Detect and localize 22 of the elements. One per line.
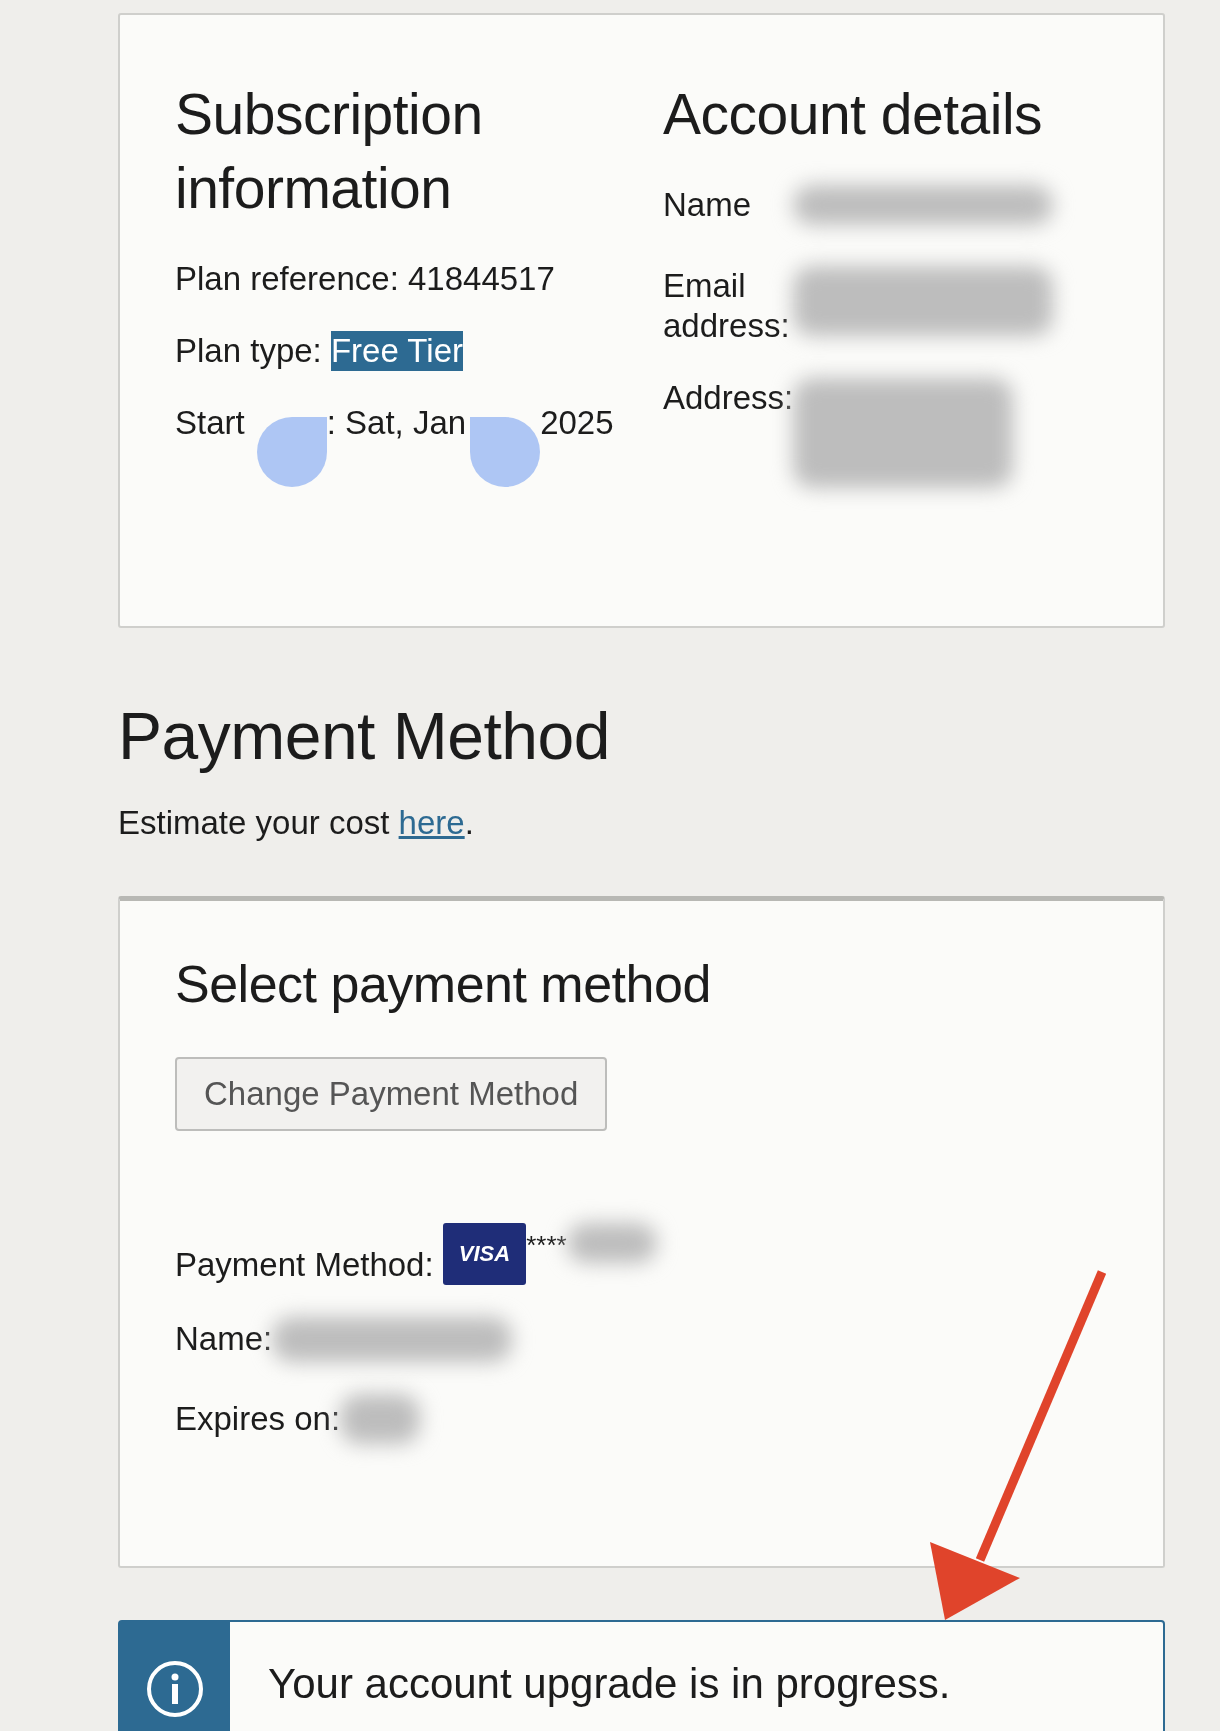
- start-date-value: : Sat, Jan: [326, 403, 467, 444]
- page-heading: Payment Method: [118, 698, 611, 774]
- card-title: Select payment method: [175, 954, 712, 1015]
- banner-message: Your account upgrade is in progress.: [267, 1659, 951, 1709]
- info-icon: [146, 1660, 204, 1718]
- field-label: Address:: [663, 378, 793, 419]
- start-date-label: Start: [175, 403, 245, 444]
- start-date-year: 2025: [540, 403, 614, 444]
- section-title: Subscription information: [175, 81, 484, 223]
- field-label: Payment Method:: [175, 1244, 435, 1285]
- visa-badge: VISA: [442, 1222, 527, 1285]
- section-title: Account details: [663, 81, 1044, 148]
- plan-type-label: Plan type:: [175, 331, 323, 372]
- masked-number: ****: [526, 1228, 567, 1262]
- estimate-text: Estimate your cost here.: [118, 804, 475, 842]
- field-label: Name:: [175, 1319, 273, 1360]
- plan-reference: Plan reference: 41844517: [175, 259, 555, 300]
- change-payment-button[interactable]: Change Payment Method: [175, 1056, 608, 1131]
- field-label: Expires on:: [175, 1398, 341, 1439]
- here-link[interactable]: here: [398, 804, 465, 841]
- plan-type-value: Free Tier: [330, 331, 463, 372]
- field-label: Name: [663, 185, 753, 226]
